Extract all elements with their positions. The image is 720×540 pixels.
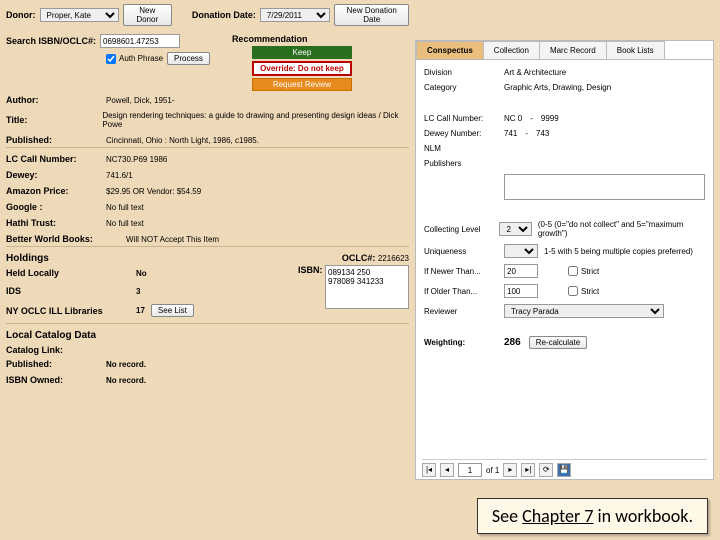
nav-first-icon[interactable]: |◂ — [422, 463, 436, 477]
reviewer-label: Reviewer — [424, 307, 504, 316]
amazon-value: $29.95 OR Vendor: $54.59 — [106, 187, 201, 196]
division-label: Division — [424, 68, 504, 77]
auth-phrase-label: Auth Phrase — [119, 54, 163, 63]
nlm-label: NLM — [424, 144, 504, 153]
google-label: Google : — [6, 202, 106, 212]
see-list-button[interactable]: See List — [151, 304, 194, 317]
cons-dewey-from: 741 — [504, 129, 517, 138]
cons-lc-to: 9999 — [541, 114, 559, 123]
local-catalog-heading: Local Catalog Data — [6, 330, 409, 341]
oclc-label: OCLC#: — [342, 253, 376, 263]
override-button[interactable]: Override: Do not keep — [252, 61, 352, 76]
new-donor-button[interactable]: New Donor — [123, 4, 172, 26]
published-label: Published: — [6, 135, 106, 145]
publishers-label: Publishers — [424, 159, 504, 168]
title-label: Title: — [6, 115, 102, 125]
cons-dewey-to: 743 — [536, 129, 549, 138]
held-locally-value: No — [136, 269, 147, 278]
amazon-label: Amazon Price: — [6, 186, 106, 196]
dewey-value: 741.6/1 — [106, 171, 133, 180]
weighting-label: Weighting: — [424, 338, 504, 347]
title-value: Design rendering techniques: a guide to … — [102, 111, 409, 129]
collecting-hint: (0-5 (0="do not collect" and 5="maximum … — [538, 220, 705, 238]
holdings-heading: Holdings — [6, 253, 265, 264]
bwb-label: Better World Books: — [6, 234, 126, 244]
collecting-select[interactable]: 2 — [499, 222, 531, 236]
division-value: Art & Architecture — [504, 68, 566, 77]
recalculate-button[interactable]: Re-calculate — [529, 336, 587, 349]
newer-label: If Newer Than... — [424, 267, 504, 276]
isbn-owned-label: ISBN Owned: — [6, 375, 106, 385]
category-label: Category — [424, 83, 504, 92]
collecting-label: Collecting Level — [424, 225, 499, 234]
isbn-listbox[interactable]: 089134 250 978089 341233 — [325, 265, 409, 309]
nav-last-icon[interactable]: ▸| — [521, 463, 535, 477]
search-label: Search ISBN/OCLC#: — [6, 36, 96, 46]
published-value: Cincinnati, Ohio : North Light, 1986, c1… — [106, 136, 259, 145]
nav-refresh-icon[interactable]: ⟳ — [539, 463, 553, 477]
process-button[interactable]: Process — [167, 52, 210, 65]
oclc-value: 2216623 — [378, 254, 409, 263]
reviewer-select[interactable]: Tracy Parada — [504, 304, 664, 318]
uniqueness-hint: 1-5 with 5 being multiple copies preferr… — [544, 247, 693, 256]
ids-value: 3 — [136, 287, 140, 296]
nav-next-icon[interactable]: ▸ — [503, 463, 517, 477]
new-donation-date-button[interactable]: New Donation Date — [334, 4, 409, 26]
isbn-owned-value: No record. — [106, 376, 146, 385]
donor-label: Donor: — [6, 10, 36, 20]
request-review-button[interactable]: Request Review — [252, 78, 352, 91]
tab-marc[interactable]: Marc Record — [539, 41, 607, 59]
bwb-value: Will NOT Accept This Item — [126, 235, 219, 244]
recommendation-heading: Recommendation — [232, 34, 352, 44]
cons-lc-label: LC Call Number: — [424, 114, 504, 123]
google-value: No full text — [106, 203, 144, 212]
lc-value: NC730.P69 1986 — [106, 155, 167, 164]
donation-date-label: Donation Date: — [192, 10, 256, 20]
author-label: Author: — [6, 95, 106, 105]
keep-button[interactable]: Keep — [252, 46, 352, 59]
tab-booklists[interactable]: Book Lists — [606, 41, 665, 59]
nav-prev-icon[interactable]: ◂ — [440, 463, 454, 477]
donation-date-select[interactable]: 7/29/2011 — [260, 8, 331, 22]
newer-strict-checkbox[interactable] — [568, 266, 578, 276]
tab-collection[interactable]: Collection — [483, 41, 540, 59]
cons-lc-from: NC 0 — [504, 114, 522, 123]
older-input[interactable] — [504, 284, 538, 298]
lc-label: LC Call Number: — [6, 154, 106, 164]
uniqueness-label: Uniqueness — [424, 247, 504, 256]
newer-strict-label: Strict — [581, 267, 599, 276]
tab-conspectus[interactable]: Conspectus — [416, 41, 484, 59]
hathi-value: No full text — [106, 219, 144, 228]
page-of: of 1 — [486, 466, 499, 475]
author-value: Powell, Dick, 1951- — [106, 96, 174, 105]
publishers-box[interactable] — [504, 174, 705, 200]
nav-save-icon[interactable]: 💾 — [557, 463, 571, 477]
lc-published-label: Published: — [6, 359, 106, 369]
weighting-value: 286 — [504, 337, 521, 348]
dewey-label: Dewey: — [6, 170, 106, 180]
chapter-callout: See Chapter 7 in workbook. — [477, 498, 708, 534]
category-value: Graphic Arts, Drawing, Design — [504, 83, 611, 92]
auth-phrase-checkbox[interactable] — [106, 54, 116, 64]
uniqueness-select[interactable] — [504, 244, 538, 258]
ids-label: IDS — [6, 286, 136, 296]
older-label: If Older Than... — [424, 287, 504, 296]
older-strict-checkbox[interactable] — [568, 286, 578, 296]
newer-input[interactable] — [504, 264, 538, 278]
isbn-label: ISBN: — [298, 265, 323, 275]
lc-published-value: No record. — [106, 360, 146, 369]
cons-dewey-label: Dewey Number: — [424, 129, 504, 138]
donor-select[interactable]: Proper, Kate — [40, 8, 119, 22]
catalog-link-label: Catalog Link: — [6, 345, 106, 355]
page-input[interactable] — [458, 463, 482, 477]
hathi-label: Hathi Trust: — [6, 218, 106, 228]
older-strict-label: Strict — [581, 287, 599, 296]
held-locally-label: Held Locally — [6, 268, 136, 278]
nyoclc-value: 17 — [136, 306, 145, 315]
nyoclc-label: NY OCLC ILL Libraries — [6, 306, 136, 316]
search-input[interactable] — [100, 34, 180, 48]
